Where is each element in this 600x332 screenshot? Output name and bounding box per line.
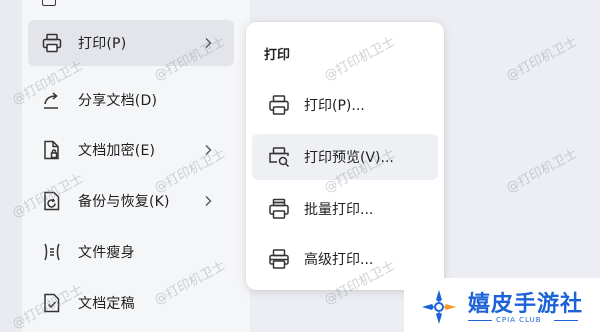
logo-divider bbox=[554, 320, 578, 321]
menu-item-print[interactable]: 打印(P) bbox=[28, 20, 234, 66]
top-item-remnant bbox=[42, 0, 56, 6]
menu-item-label: 分享文档(D) bbox=[78, 93, 158, 109]
left-strip bbox=[0, 0, 22, 332]
chevron-right-icon bbox=[200, 193, 216, 209]
menu-item-finalize[interactable]: 文档定稿 bbox=[28, 280, 234, 326]
logo-name: 嬉皮手游社 bbox=[468, 292, 584, 317]
submenu-item-print[interactable]: 打印(P)... bbox=[252, 82, 438, 128]
submenu-title: 打印 bbox=[264, 48, 291, 63]
chevron-right-icon bbox=[200, 142, 216, 158]
chevron-right-icon bbox=[200, 35, 216, 51]
menu-item-label: 文档加密(E) bbox=[78, 143, 156, 159]
menu-item-label: 文件瘦身 bbox=[78, 245, 135, 261]
menu-item-label: 文档定稿 bbox=[78, 296, 135, 312]
menu-item-share[interactable]: 分享文档(D) bbox=[28, 77, 234, 123]
main-menu: 打印(P) 分享文档(D) 文档加密(E) 备份与恢复(K) 文件瘦身 文档定稿 bbox=[22, 0, 250, 332]
submenu-item-preview[interactable]: 打印预览(V)... bbox=[252, 134, 438, 180]
printer-icon bbox=[266, 92, 292, 118]
batch-print-icon bbox=[266, 196, 292, 222]
submenu-item-label: 批量打印... bbox=[304, 202, 374, 218]
logo-divider bbox=[468, 320, 492, 321]
menu-item-slim[interactable]: 文件瘦身 bbox=[28, 229, 234, 275]
backup-restore-icon bbox=[40, 189, 64, 213]
finalize-document-icon bbox=[40, 291, 64, 315]
print-preview-icon bbox=[266, 144, 292, 170]
compress-file-icon bbox=[40, 240, 64, 264]
print-submenu: 打印 打印(P)... 打印预览(V)... 批量打印... 高级打印... bbox=[246, 22, 444, 290]
submenu-item-label: 打印(P)... bbox=[304, 98, 365, 114]
printer-icon bbox=[40, 31, 64, 55]
logo-subtitle: CPIA CLUB bbox=[496, 316, 542, 324]
logo-mark-icon bbox=[420, 288, 458, 326]
submenu-item-label: 高级打印... bbox=[304, 252, 374, 268]
share-icon bbox=[40, 88, 64, 112]
menu-item-backup[interactable]: 备份与恢复(K) bbox=[28, 178, 234, 224]
submenu-item-batch[interactable]: 批量打印... bbox=[252, 186, 438, 232]
menu-item-label: 备份与恢复(K) bbox=[78, 194, 170, 210]
menu-item-encrypt[interactable]: 文档加密(E) bbox=[28, 127, 234, 173]
submenu-item-label: 打印预览(V)... bbox=[304, 150, 394, 166]
advanced-print-icon bbox=[266, 246, 292, 272]
document-lock-icon bbox=[40, 138, 64, 162]
menu-item-label: 打印(P) bbox=[78, 36, 127, 52]
site-logo: 嬉皮手游社 CPIA CLUB bbox=[404, 278, 600, 332]
submenu-item-advanced[interactable]: 高级打印... bbox=[252, 236, 438, 282]
